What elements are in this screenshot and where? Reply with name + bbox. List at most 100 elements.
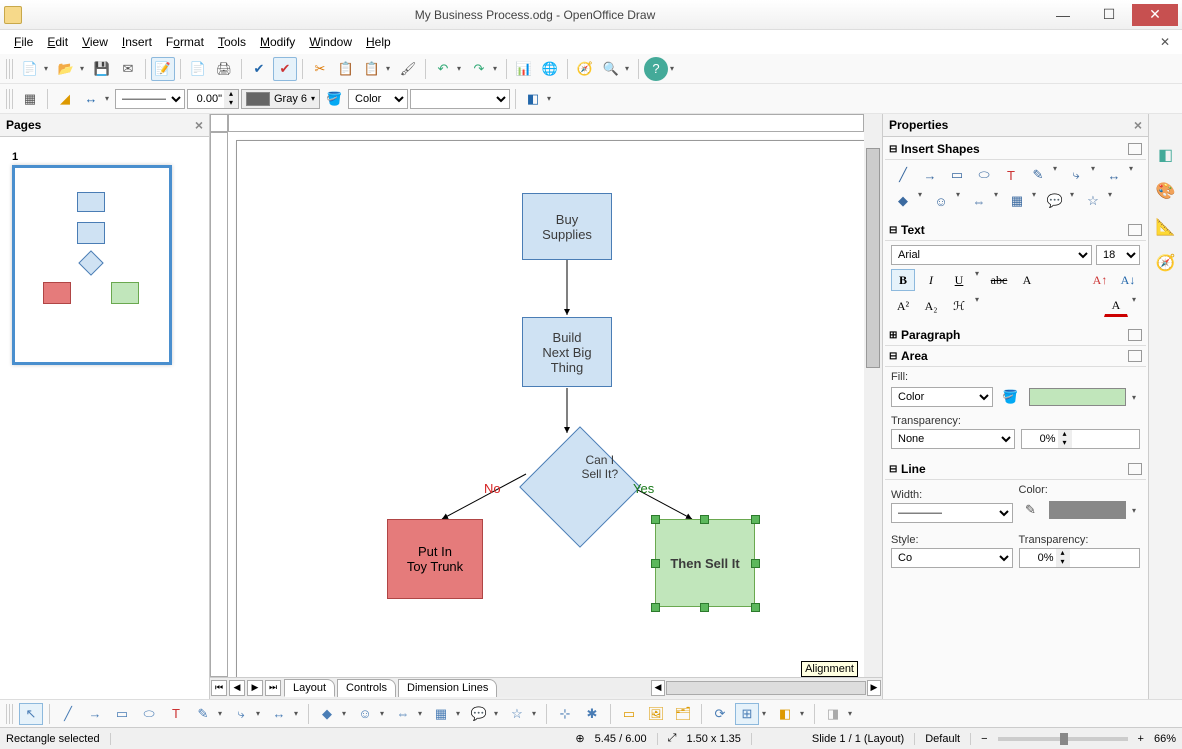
- fill-mode-combo[interactable]: Color: [891, 387, 993, 407]
- bt-rect-icon[interactable]: ▭: [110, 703, 134, 725]
- bt-ellipse-icon[interactable]: ⬭: [137, 703, 161, 725]
- shape-build[interactable]: Build Next Big Thing: [522, 317, 612, 387]
- canvas[interactable]: Buy Supplies Build Next Big Thing Can I …: [228, 132, 864, 677]
- vertical-ruler[interactable]: [210, 132, 228, 677]
- zoom-in-icon[interactable]: +: [1138, 733, 1144, 745]
- hscroll-right[interactable]: ▶: [867, 680, 881, 696]
- close-doc-button[interactable]: ✕: [1156, 35, 1174, 49]
- italic-button[interactable]: I: [919, 269, 943, 291]
- bt-flowchart-icon[interactable]: ▦: [429, 703, 453, 725]
- styles-button[interactable]: ▦: [18, 87, 42, 111]
- menu-format[interactable]: Format: [160, 33, 210, 51]
- menu-tools[interactable]: Tools: [212, 33, 252, 51]
- bt-fontwork-icon[interactable]: ▭: [617, 703, 641, 725]
- undo-button[interactable]: ↶: [431, 57, 455, 81]
- tool-star-icon[interactable]: ☆: [1081, 190, 1105, 212]
- paste-button[interactable]: 📋: [360, 57, 384, 81]
- tool-rect-icon[interactable]: ▭: [945, 164, 969, 186]
- redo-button[interactable]: ↷: [467, 57, 491, 81]
- bt-points-icon[interactable]: ⊹: [553, 703, 577, 725]
- tool-lines-icon[interactable]: ↔: [1102, 164, 1126, 186]
- bt-basic-icon[interactable]: ◆: [315, 703, 339, 725]
- save-button[interactable]: 💾: [90, 57, 114, 81]
- bt-arrange-icon[interactable]: ◧: [773, 703, 797, 725]
- toolbar-grip[interactable]: [6, 59, 14, 79]
- resize-handle-n[interactable]: [700, 515, 709, 524]
- line-transp-stepper[interactable]: ▴▾: [1019, 548, 1141, 568]
- bt-connector-icon[interactable]: ⤷: [229, 703, 253, 725]
- transparency-mode-combo[interactable]: None: [891, 429, 1015, 449]
- line-style-combo[interactable]: —————: [115, 89, 185, 109]
- tab-last-button[interactable]: ⏭: [265, 680, 281, 696]
- font-name-combo[interactable]: Arial: [891, 245, 1092, 265]
- tool-line-icon[interactable]: ╱: [891, 164, 915, 186]
- tool-symbol-icon[interactable]: ☺: [929, 190, 953, 212]
- resize-handle-nw[interactable]: [651, 515, 660, 524]
- tab-first-button[interactable]: ⏮: [211, 680, 227, 696]
- hscroll-left[interactable]: ◀: [651, 680, 665, 696]
- section-paragraph[interactable]: Paragraph: [901, 328, 960, 342]
- properties-close-icon[interactable]: ×: [1134, 117, 1142, 133]
- bt-arrow-icon[interactable]: →: [83, 703, 107, 725]
- shape-then-sell[interactable]: Then Sell It: [655, 519, 755, 607]
- tab-controls[interactable]: Controls: [337, 679, 396, 697]
- bt-star-icon[interactable]: ☆: [505, 703, 529, 725]
- tool-curve-icon[interactable]: ✎: [1026, 164, 1050, 186]
- tab-layout[interactable]: Layout: [284, 679, 335, 697]
- line-width-combo[interactable]: ————: [891, 503, 1013, 523]
- maximize-button[interactable]: ☐: [1086, 4, 1132, 26]
- bold-button[interactable]: B: [891, 269, 915, 291]
- drawing-page[interactable]: Buy Supplies Build Next Big Thing Can I …: [236, 140, 864, 677]
- highlight-button[interactable]: ℋ: [947, 295, 971, 317]
- bt-lines-icon[interactable]: ↔: [267, 703, 291, 725]
- menu-insert[interactable]: Insert: [116, 33, 158, 51]
- font-color-button[interactable]: A: [1104, 295, 1128, 317]
- shadow-button[interactable]: ◧: [521, 87, 545, 111]
- tool-text-icon[interactable]: T: [999, 164, 1023, 186]
- decrease-font-button[interactable]: A↓: [1116, 269, 1140, 291]
- shape-put-trunk[interactable]: Put In Toy Trunk: [387, 519, 483, 599]
- navigator-button[interactable]: 🧭: [573, 57, 597, 81]
- transparency-stepper[interactable]: ▴▾: [1021, 429, 1141, 449]
- tool-basic-icon[interactable]: ◆: [891, 190, 915, 212]
- close-button[interactable]: ✕: [1132, 4, 1178, 26]
- fill-type-combo[interactable]: Color: [348, 89, 408, 109]
- autospell-button[interactable]: ✔: [273, 57, 297, 81]
- bt-curve-icon[interactable]: ✎: [191, 703, 215, 725]
- copy-button[interactable]: 📋: [334, 57, 358, 81]
- section-expand-icon[interactable]: [1128, 143, 1142, 155]
- arrow-style-button[interactable]: ↔: [79, 87, 103, 111]
- bt-glue-icon[interactable]: ✱: [580, 703, 604, 725]
- tool-flowchart-icon[interactable]: ▦: [1005, 190, 1029, 212]
- tab-dimension[interactable]: Dimension Lines: [398, 679, 497, 697]
- cut-button[interactable]: ✂: [308, 57, 332, 81]
- zoom-out-icon[interactable]: −: [981, 733, 987, 745]
- line-style-combo2[interactable]: Co: [891, 548, 1013, 568]
- vertical-scrollbar[interactable]: [864, 132, 882, 677]
- section-insert-shapes[interactable]: Insert Shapes: [901, 142, 980, 156]
- font-size-combo[interactable]: 18: [1096, 245, 1140, 265]
- shape-buy-supplies[interactable]: Buy Supplies: [522, 193, 612, 260]
- section-line[interactable]: Line: [901, 462, 926, 476]
- underline-button[interactable]: U: [947, 269, 971, 291]
- line-endstart-button[interactable]: ◢: [53, 87, 77, 111]
- shadow-text-button[interactable]: A: [1015, 269, 1039, 291]
- menu-help[interactable]: Help: [360, 33, 397, 51]
- resize-handle-ne[interactable]: [751, 515, 760, 524]
- menu-file[interactable]: File: [8, 33, 39, 51]
- shape-decision[interactable]: Can I Sell It?: [537, 444, 623, 530]
- bt-symbol-icon[interactable]: ☺: [353, 703, 377, 725]
- chart-button[interactable]: 📊: [512, 57, 536, 81]
- hscroll-track[interactable]: [666, 681, 866, 695]
- print-button[interactable]: 🖨: [212, 57, 236, 81]
- fill-bucket2-icon[interactable]: 🪣: [999, 385, 1023, 409]
- resize-handle-e[interactable]: [751, 559, 760, 568]
- hyperlink-button[interactable]: 🌐: [538, 57, 562, 81]
- format-paint-button[interactable]: 🖌: [396, 57, 420, 81]
- line-width-stepper[interactable]: ▴▾: [187, 89, 239, 109]
- resize-handle-s[interactable]: [700, 603, 709, 612]
- help-button[interactable]: ?: [644, 57, 668, 81]
- pages-close-icon[interactable]: ×: [195, 117, 203, 133]
- resize-handle-sw[interactable]: [651, 603, 660, 612]
- toolbar2-grip[interactable]: [6, 89, 14, 109]
